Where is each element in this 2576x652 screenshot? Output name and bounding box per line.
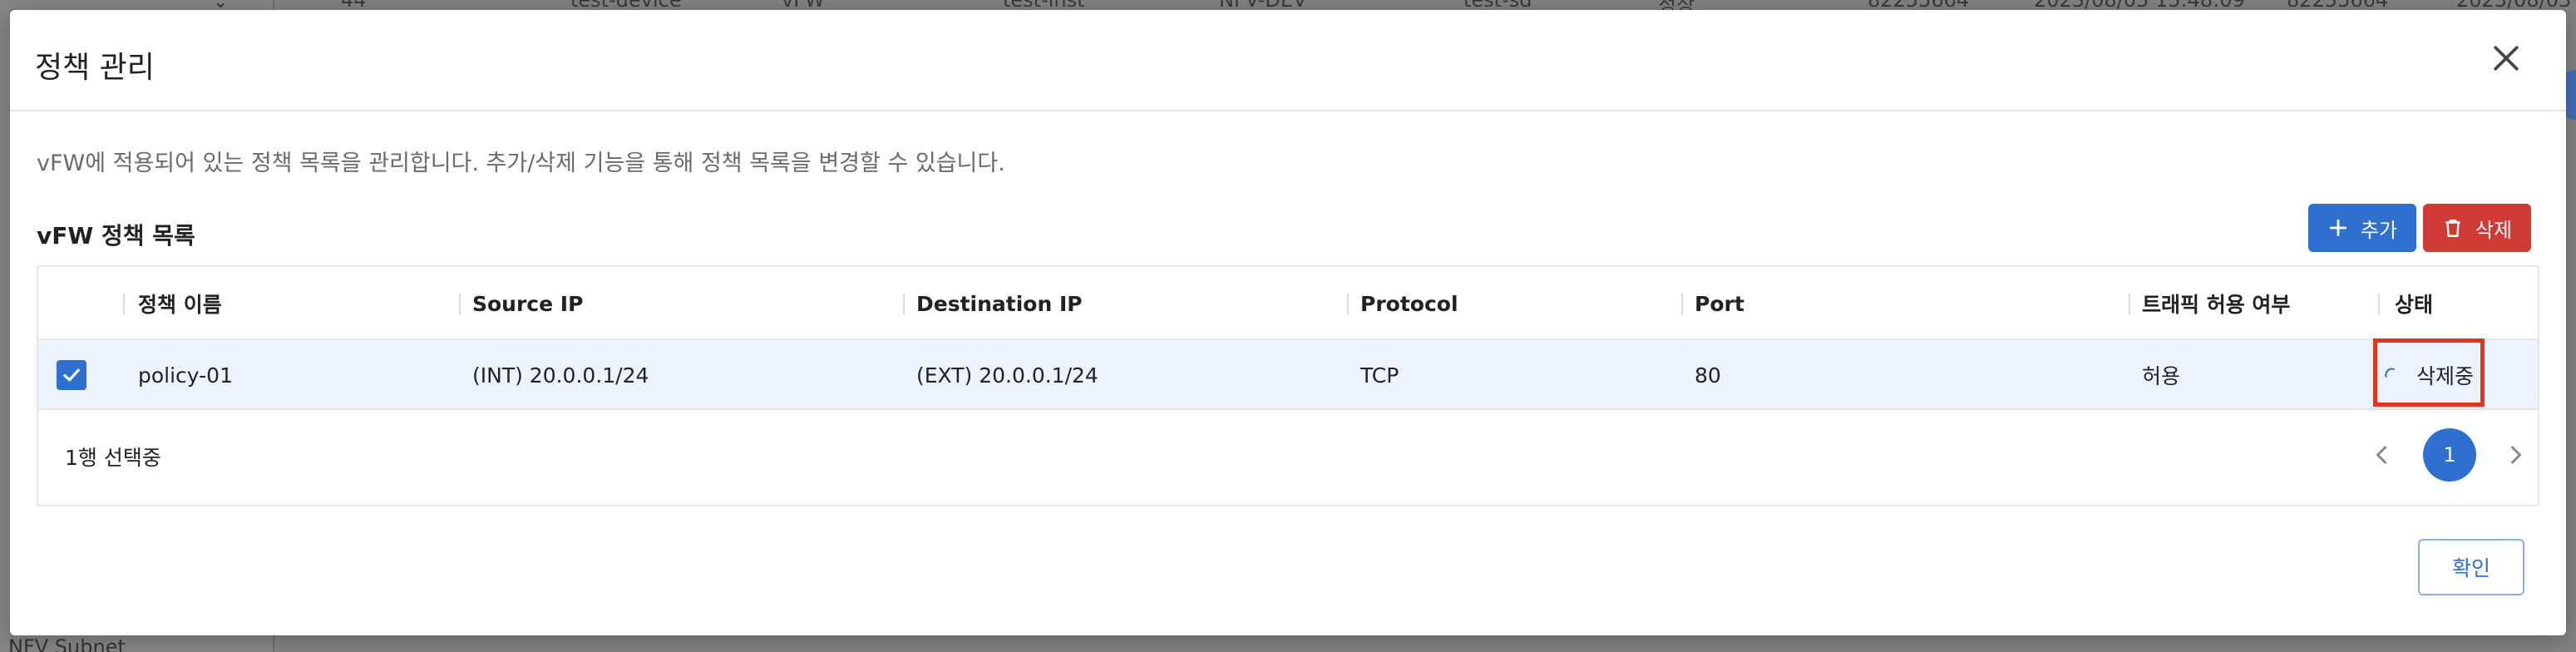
policy-management-dialog: 정책 관리 vFW에 적용되어 있는 정책 목록을 관리합니다. 추가/삭제 기…	[10, 10, 2566, 635]
status-label: 삭제중	[2416, 364, 2475, 388]
column-header-port[interactable]: Port	[1695, 267, 1744, 340]
plus-icon	[2329, 219, 2347, 237]
previous-page-button[interactable]	[2366, 440, 2396, 470]
column-divider	[2129, 294, 2130, 315]
dialog-description: vFW에 적용되어 있는 정책 목록을 관리합니다. 추가/삭제 기능을 통해 …	[37, 151, 1005, 176]
column-header-destination-ip[interactable]: Destination IP	[916, 267, 1083, 340]
delete-button-label: 삭제	[2475, 218, 2513, 242]
traffic-allowed-cell: 허용	[2142, 364, 2181, 388]
column-divider	[2378, 294, 2380, 315]
close-icon	[2494, 46, 2519, 71]
column-divider	[1347, 294, 1349, 315]
source-ip-cell: (INT) 20.0.0.1/24	[472, 363, 649, 388]
chevron-right-icon	[2511, 446, 2521, 464]
row-checkbox[interactable]	[57, 360, 86, 390]
policy-name-cell: policy-01	[138, 363, 233, 388]
column-header-status[interactable]: 상태	[2395, 267, 2433, 340]
column-divider	[1681, 294, 1683, 315]
loading-spinner-icon	[2385, 368, 2395, 378]
column-header-traffic-allowed[interactable]: 트래픽 허용 여부	[2142, 267, 2290, 340]
column-divider	[459, 294, 461, 315]
dialog-title: 정책 관리	[35, 51, 155, 85]
next-page-button[interactable]	[2501, 440, 2531, 470]
sidebar-item-label: NFV Subnet	[8, 635, 126, 652]
add-button[interactable]: 추가	[2308, 204, 2416, 252]
selected-count: 1행 선택중	[65, 446, 161, 470]
column-header-protocol[interactable]: Protocol	[1360, 267, 1458, 340]
add-button-label: 추가	[2360, 218, 2398, 242]
chevron-left-icon	[2376, 446, 2386, 464]
page-button[interactable]: 1	[2423, 428, 2476, 482]
close-button[interactable]	[2488, 40, 2524, 77]
confirm-button[interactable]: 확인	[2418, 539, 2524, 595]
destination-ip-cell: (EXT) 20.0.0.1/24	[916, 363, 1098, 388]
protocol-cell: TCP	[1360, 363, 1399, 388]
table-footer: 1행 선택중 1	[38, 410, 2538, 505]
column-header-source-ip[interactable]: Source IP	[472, 267, 583, 340]
policy-table: 정책 이름 Source IP Destination IP Protocol …	[37, 265, 2539, 506]
column-header-policy-name[interactable]: 정책 이름	[138, 267, 222, 340]
column-divider	[903, 294, 905, 315]
trash-icon	[2445, 220, 2460, 237]
delete-button[interactable]: 삭제	[2423, 204, 2531, 252]
check-icon	[63, 368, 80, 382]
dialog-header: 정책 관리	[10, 10, 2566, 111]
status-cell: 삭제중	[2383, 340, 2474, 410]
section-title: vFW 정책 목록	[37, 222, 195, 249]
table-row[interactable]: policy-01 (INT) 20.0.0.1/24 (EXT) 20.0.0…	[38, 338, 2538, 410]
port-cell: 80	[1695, 363, 1721, 388]
table-header: 정책 이름 Source IP Destination IP Protocol …	[38, 267, 2538, 340]
column-divider	[123, 294, 125, 315]
